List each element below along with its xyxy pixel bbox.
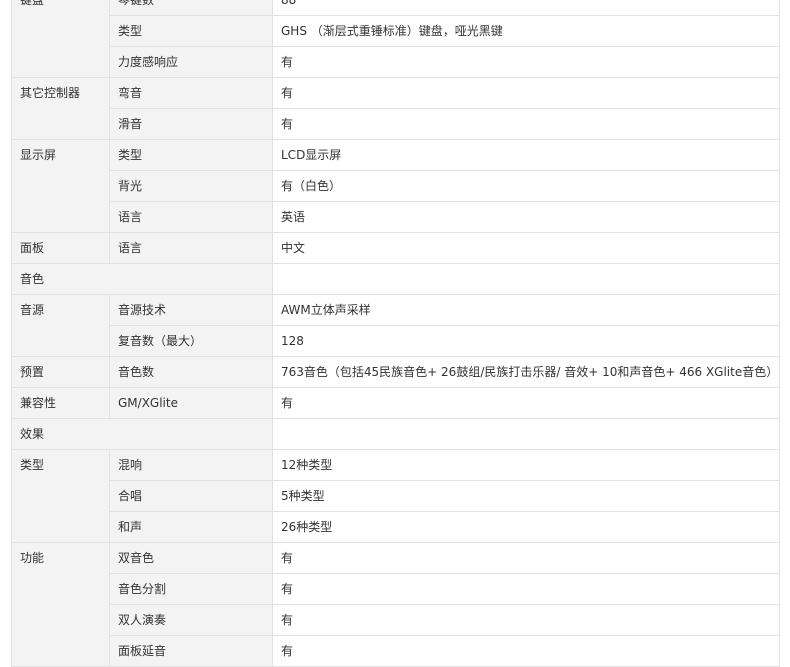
property-cell: 滑音	[109, 108, 273, 140]
value-cell: 中文	[272, 232, 780, 264]
value-cell: GHS （渐层式重锤标准）键盘，哑光黑键	[272, 15, 780, 47]
value-cell: 有	[272, 542, 780, 574]
category-cell: 其它控制器	[11, 77, 110, 140]
table-row: 面板延音 有	[12, 635, 780, 667]
value-cell: 英语	[272, 201, 780, 233]
property-cell: 类型	[109, 139, 273, 171]
property-cell: 琴键数	[109, 0, 273, 16]
property-cell: 音色数	[109, 356, 273, 388]
property-cell: 双人演奏	[109, 604, 273, 636]
spec-table: 键盘 琴键数 88 类型 GHS （渐层式重锤标准）键盘，哑光黑键 力度感响应 …	[11, 0, 780, 667]
category-cell: 兼容性	[11, 387, 110, 419]
property-cell: 混响	[109, 449, 273, 481]
category-cell: 音源	[11, 294, 110, 357]
table-row: 类型 GHS （渐层式重锤标准）键盘，哑光黑键	[12, 15, 780, 47]
table-row: 和声 26种类型	[12, 511, 780, 543]
spec-table-container: 键盘 琴键数 88 类型 GHS （渐层式重锤标准）键盘，哑光黑键 力度感响应 …	[11, 0, 780, 667]
property-cell: 力度感响应	[109, 46, 273, 78]
value-cell: 128	[272, 325, 780, 357]
table-row: 功能 双音色 有	[11, 542, 780, 667]
section-value-cell	[272, 263, 780, 295]
value-cell: 5种类型	[272, 480, 780, 512]
table-row: 滑音 有	[12, 108, 780, 140]
table-row: 复音数（最大） 128	[12, 325, 780, 357]
table-row: 键盘 琴键数 88	[11, 0, 780, 78]
value-cell: 有	[272, 77, 780, 109]
property-cell: 面板延音	[109, 635, 273, 667]
category-cell: 功能	[11, 542, 110, 667]
property-cell: 合唱	[109, 480, 273, 512]
property-cell: 背光	[109, 170, 273, 202]
value-cell: 有	[272, 635, 780, 667]
table-row: 音色分割 有	[12, 573, 780, 605]
value-cell: LCD显示屏	[272, 139, 780, 171]
property-cell: 复音数（最大）	[109, 325, 273, 357]
property-cell: 音色分割	[109, 573, 273, 605]
value-cell: 有	[272, 387, 780, 419]
table-row: 面板 语言 中文	[11, 232, 780, 264]
section-row: 音色	[11, 263, 780, 295]
category-cell: 面板	[11, 232, 110, 264]
value-cell: 88	[272, 0, 780, 16]
property-cell: 弯音	[109, 77, 273, 109]
value-cell: 有	[272, 573, 780, 605]
category-cell: 类型	[11, 449, 110, 543]
table-row: 预置 音色数 763音色（包括45民族音色+ 26鼓组/民族打击乐器/ 音效+ …	[11, 356, 780, 388]
category-cell: 键盘	[11, 0, 110, 78]
property-cell: GM/XGlite	[109, 387, 273, 419]
property-cell: 和声	[109, 511, 273, 543]
value-cell: 有	[272, 46, 780, 78]
value-cell: 763音色（包括45民族音色+ 26鼓组/民族打击乐器/ 音效+ 10和声音色+…	[272, 356, 780, 388]
table-row: 其它控制器 弯音 有	[11, 77, 780, 140]
property-cell: 语言	[109, 201, 273, 233]
value-cell: 有	[272, 108, 780, 140]
property-cell: 类型	[109, 15, 273, 47]
section-heading: 音色	[11, 263, 273, 295]
section-row: 效果	[11, 418, 780, 450]
table-row: 力度感响应 有	[12, 46, 780, 78]
property-cell: 音源技术	[109, 294, 273, 326]
category-cell: 显示屏	[11, 139, 110, 233]
value-cell: 有	[272, 604, 780, 636]
table-row: 类型 混响 12种类型	[11, 449, 780, 543]
section-heading: 效果	[11, 418, 273, 450]
table-row: 显示屏 类型 LCD显示屏	[11, 139, 780, 233]
category-cell: 预置	[11, 356, 110, 388]
value-cell: 26种类型	[272, 511, 780, 543]
section-value-cell	[272, 418, 780, 450]
value-cell: 12种类型	[272, 449, 780, 481]
value-cell: AWM立体声采样	[272, 294, 780, 326]
table-row: 双人演奏 有	[12, 604, 780, 636]
table-row: 合唱 5种类型	[12, 480, 780, 512]
table-row: 背光 有（白色）	[12, 170, 780, 202]
value-cell: 有（白色）	[272, 170, 780, 202]
property-cell: 语言	[109, 232, 273, 264]
table-row: 音源 音源技术 AWM立体声采样	[11, 294, 780, 357]
table-row: 语言 英语	[12, 201, 780, 233]
property-cell: 双音色	[109, 542, 273, 574]
table-row: 兼容性 GM/XGlite 有	[11, 387, 780, 419]
